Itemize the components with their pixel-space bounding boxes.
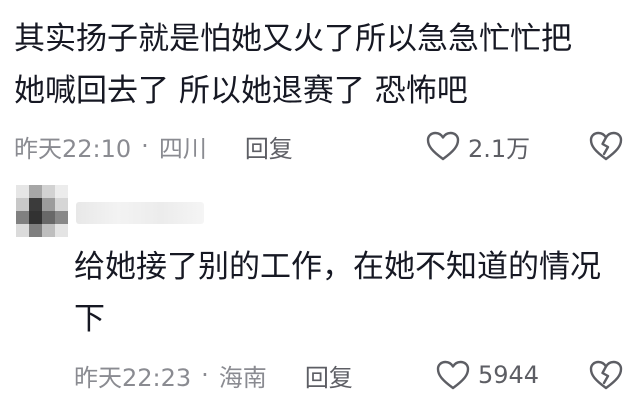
comment-2-like-count: 5944	[478, 361, 540, 389]
broken-heart-icon	[589, 360, 623, 390]
broken-heart-icon	[589, 131, 623, 161]
comment-list: 其实扬子就是怕她又火了所以急急忙忙把 她喊回去了 所以她退赛了 恐怖吧 昨天22…	[0, 0, 640, 407]
comment-1-time: 昨天22:10	[14, 134, 132, 163]
comment-1-dislike-button[interactable]	[586, 126, 626, 166]
comment-2-line-1: 给她接了别的工作，在她不知道的情况	[74, 249, 601, 285]
meta-separator: ·	[201, 361, 209, 389]
comment-1-line-1: 其实扬子就是怕她又火了所以急急忙忙把	[14, 21, 572, 57]
heart-outline-icon	[436, 360, 470, 390]
comment-2-dislike-button[interactable]	[586, 355, 626, 395]
comment-1-meta: 昨天22:10 · 四川 回复	[14, 126, 293, 166]
meta-separator: ·	[141, 132, 149, 160]
comment-1-line-2: 她喊回去了 所以她退赛了 恐怖吧	[14, 73, 468, 109]
comment-2-meta: 昨天22:23 · 海南 回复	[74, 355, 353, 395]
comment-1-like-count: 2.1万	[468, 134, 531, 163]
comment-2-line-2: 下	[74, 301, 105, 337]
comment-2-like-button[interactable]: 5944	[436, 355, 539, 395]
comment-1-location: 四川	[158, 134, 207, 163]
comment-1-reply-button[interactable]: 回复	[245, 129, 293, 164]
username-redacted[interactable]	[76, 202, 204, 224]
comment-2-time: 昨天22:23	[74, 363, 192, 392]
comment-1-like-button[interactable]: 2.1万	[426, 126, 530, 166]
heart-outline-icon	[426, 131, 460, 161]
comment-2-location: 海南	[218, 363, 267, 392]
avatar[interactable]	[16, 185, 68, 237]
comment-2-text: 给她接了别的工作，在她不知道的情况 下	[74, 241, 601, 345]
comment-2-reply-button[interactable]: 回复	[305, 358, 353, 393]
comment-1-text: 其实扬子就是怕她又火了所以急急忙忙把 她喊回去了 所以她退赛了 恐怖吧	[14, 13, 572, 117]
